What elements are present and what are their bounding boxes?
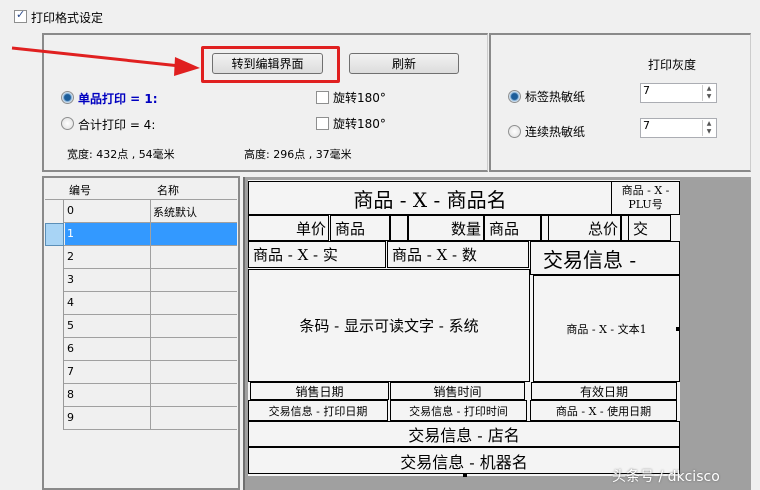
label-use-date[interactable]: 商品 - X - 使用日期 bbox=[530, 400, 677, 421]
cell-name[interactable] bbox=[151, 361, 237, 383]
row-header[interactable] bbox=[45, 269, 64, 292]
grid-row[interactable]: 1 bbox=[45, 223, 237, 246]
rotate-label-1: 旋转180° bbox=[333, 91, 386, 105]
label-unit-price-val[interactable]: 商品 bbox=[330, 215, 390, 241]
cell-name[interactable]: 系统默认 bbox=[151, 200, 237, 222]
label-valid-date[interactable]: 有效日期 bbox=[531, 382, 677, 400]
label-sale-date[interactable]: 销售日期 bbox=[250, 382, 389, 400]
rotate-checkbox-2[interactable] bbox=[316, 117, 329, 130]
label-plu[interactable]: 商品 - X - PLU号 bbox=[611, 181, 680, 215]
continuous-gray-value: 7 bbox=[643, 119, 650, 132]
label-total-val[interactable]: 交 bbox=[628, 215, 671, 241]
cell-name[interactable] bbox=[151, 223, 237, 245]
row-header[interactable] bbox=[45, 361, 64, 384]
cell-name[interactable] bbox=[151, 338, 237, 360]
label-print-date[interactable]: 交易信息 - 打印日期 bbox=[248, 400, 388, 421]
grid-header: 编号 名称 bbox=[45, 179, 237, 200]
grid-header-id[interactable]: 编号 bbox=[69, 182, 91, 198]
grid-row[interactable]: 9 bbox=[45, 407, 237, 430]
resize-handle-bottom[interactable] bbox=[463, 473, 467, 477]
cell-id[interactable]: 4 bbox=[65, 292, 151, 314]
row-header[interactable] bbox=[45, 292, 64, 315]
cell-name[interactable] bbox=[151, 384, 237, 406]
cell-id[interactable]: 5 bbox=[65, 315, 151, 337]
grid-header-name[interactable]: 名称 bbox=[157, 182, 179, 198]
cell-name[interactable] bbox=[151, 246, 237, 268]
label-print-time[interactable]: 交易信息 - 打印时间 bbox=[390, 400, 527, 421]
grid-row[interactable]: 7 bbox=[45, 361, 237, 384]
label-qty-val[interactable]: 商品 bbox=[484, 215, 541, 241]
rotate-checkbox-1[interactable] bbox=[316, 91, 329, 104]
row-header[interactable] bbox=[45, 246, 64, 269]
format-checkbox-label: 打印格式设定 bbox=[31, 11, 104, 25]
grid-row[interactable]: 8 bbox=[45, 384, 237, 407]
label-unit-price[interactable]: 单价 bbox=[248, 215, 329, 241]
cell-id[interactable]: 6 bbox=[65, 338, 151, 360]
continuous-paper-radio[interactable] bbox=[508, 125, 521, 138]
label-title[interactable]: 商品 - X - 商品名 bbox=[248, 181, 612, 215]
cell-name[interactable] bbox=[151, 292, 237, 314]
label-actual[interactable]: 商品 - X - 实 bbox=[248, 241, 386, 268]
height-text: 高度: 296点 , 37毫米 bbox=[244, 148, 352, 161]
label-total[interactable]: 总价 bbox=[548, 215, 621, 241]
format-checkbox[interactable] bbox=[14, 8, 27, 23]
total-print-label: 合计打印 = 4: bbox=[78, 118, 156, 132]
grid-row[interactable]: 4 bbox=[45, 292, 237, 315]
resize-handle-right[interactable] bbox=[676, 327, 680, 331]
watermark: 头条号 / dkcisco bbox=[612, 469, 720, 485]
row-header[interactable] bbox=[45, 384, 64, 407]
grid-row[interactable]: 2 bbox=[45, 246, 237, 269]
spinner-arrows-icon[interactable]: ▲ ▼ bbox=[702, 85, 715, 101]
total-print-radio[interactable] bbox=[61, 117, 74, 130]
label-sale-time[interactable]: 销售时间 bbox=[390, 382, 525, 400]
cell-name[interactable] bbox=[151, 315, 237, 337]
row-header[interactable] bbox=[45, 200, 64, 223]
refresh-button[interactable]: 刷新 bbox=[349, 53, 459, 74]
cell-id[interactable]: 8 bbox=[65, 384, 151, 406]
grid-row[interactable]: 0 系统默认 bbox=[45, 200, 237, 223]
cell-id[interactable]: 2 bbox=[65, 246, 151, 268]
arrow-annotation-icon bbox=[11, 46, 200, 76]
single-print-radio[interactable] bbox=[61, 91, 74, 104]
goto-edit-button[interactable]: 转到编辑界面 bbox=[212, 53, 323, 74]
cell-name[interactable] bbox=[151, 407, 237, 429]
cell-name[interactable] bbox=[151, 269, 237, 291]
row-header[interactable] bbox=[45, 315, 64, 338]
label-plu-text: 商品 - X - PLU号 bbox=[621, 184, 670, 211]
grid-row[interactable]: 6 bbox=[45, 338, 237, 361]
cell-id[interactable]: 3 bbox=[65, 269, 151, 291]
cell-id[interactable]: 9 bbox=[65, 407, 151, 429]
width-text: 宽度: 432点 , 54毫米 bbox=[67, 148, 175, 161]
label-store[interactable]: 交易信息 - 店名 bbox=[248, 421, 680, 447]
label-gray-spinner[interactable]: 7 ▲ ▼ bbox=[640, 83, 717, 103]
label-qty[interactable]: 数量 bbox=[408, 215, 484, 241]
continuous-paper-label: 连续热敏纸 bbox=[525, 125, 586, 139]
grid-row[interactable]: 3 bbox=[45, 269, 237, 292]
continuous-gray-spinner[interactable]: 7 ▲ ▼ bbox=[640, 118, 717, 138]
label-barcode[interactable]: 条码 - 显示可读文字 - 系统 bbox=[248, 269, 530, 382]
row-header[interactable] bbox=[45, 338, 64, 361]
label-blank-1[interactable] bbox=[390, 215, 408, 241]
grid-row[interactable]: 5 bbox=[45, 315, 237, 338]
label-text1[interactable]: 商品 - X - 文本1 bbox=[533, 275, 680, 382]
label-gray-value: 7 bbox=[643, 84, 650, 97]
single-print-label: 单品打印 = 1: bbox=[78, 92, 158, 106]
cell-id[interactable]: 7 bbox=[65, 361, 151, 383]
cell-id[interactable]: 0 bbox=[65, 200, 151, 222]
spinner-arrows-icon[interactable]: ▲ ▼ bbox=[702, 120, 715, 136]
cell-id[interactable]: 1 bbox=[65, 223, 151, 245]
rotate-label-2: 旋转180° bbox=[333, 117, 386, 131]
label-paper-radio[interactable] bbox=[508, 90, 521, 103]
row-header[interactable] bbox=[45, 223, 64, 246]
label-paper-label: 标签热敏纸 bbox=[525, 90, 586, 104]
label-count[interactable]: 商品 - X - 数 bbox=[387, 241, 529, 268]
gray-title: 打印灰度 bbox=[648, 58, 697, 72]
row-header[interactable] bbox=[45, 407, 64, 430]
label-trade[interactable]: 交易信息 - bbox=[530, 241, 680, 275]
